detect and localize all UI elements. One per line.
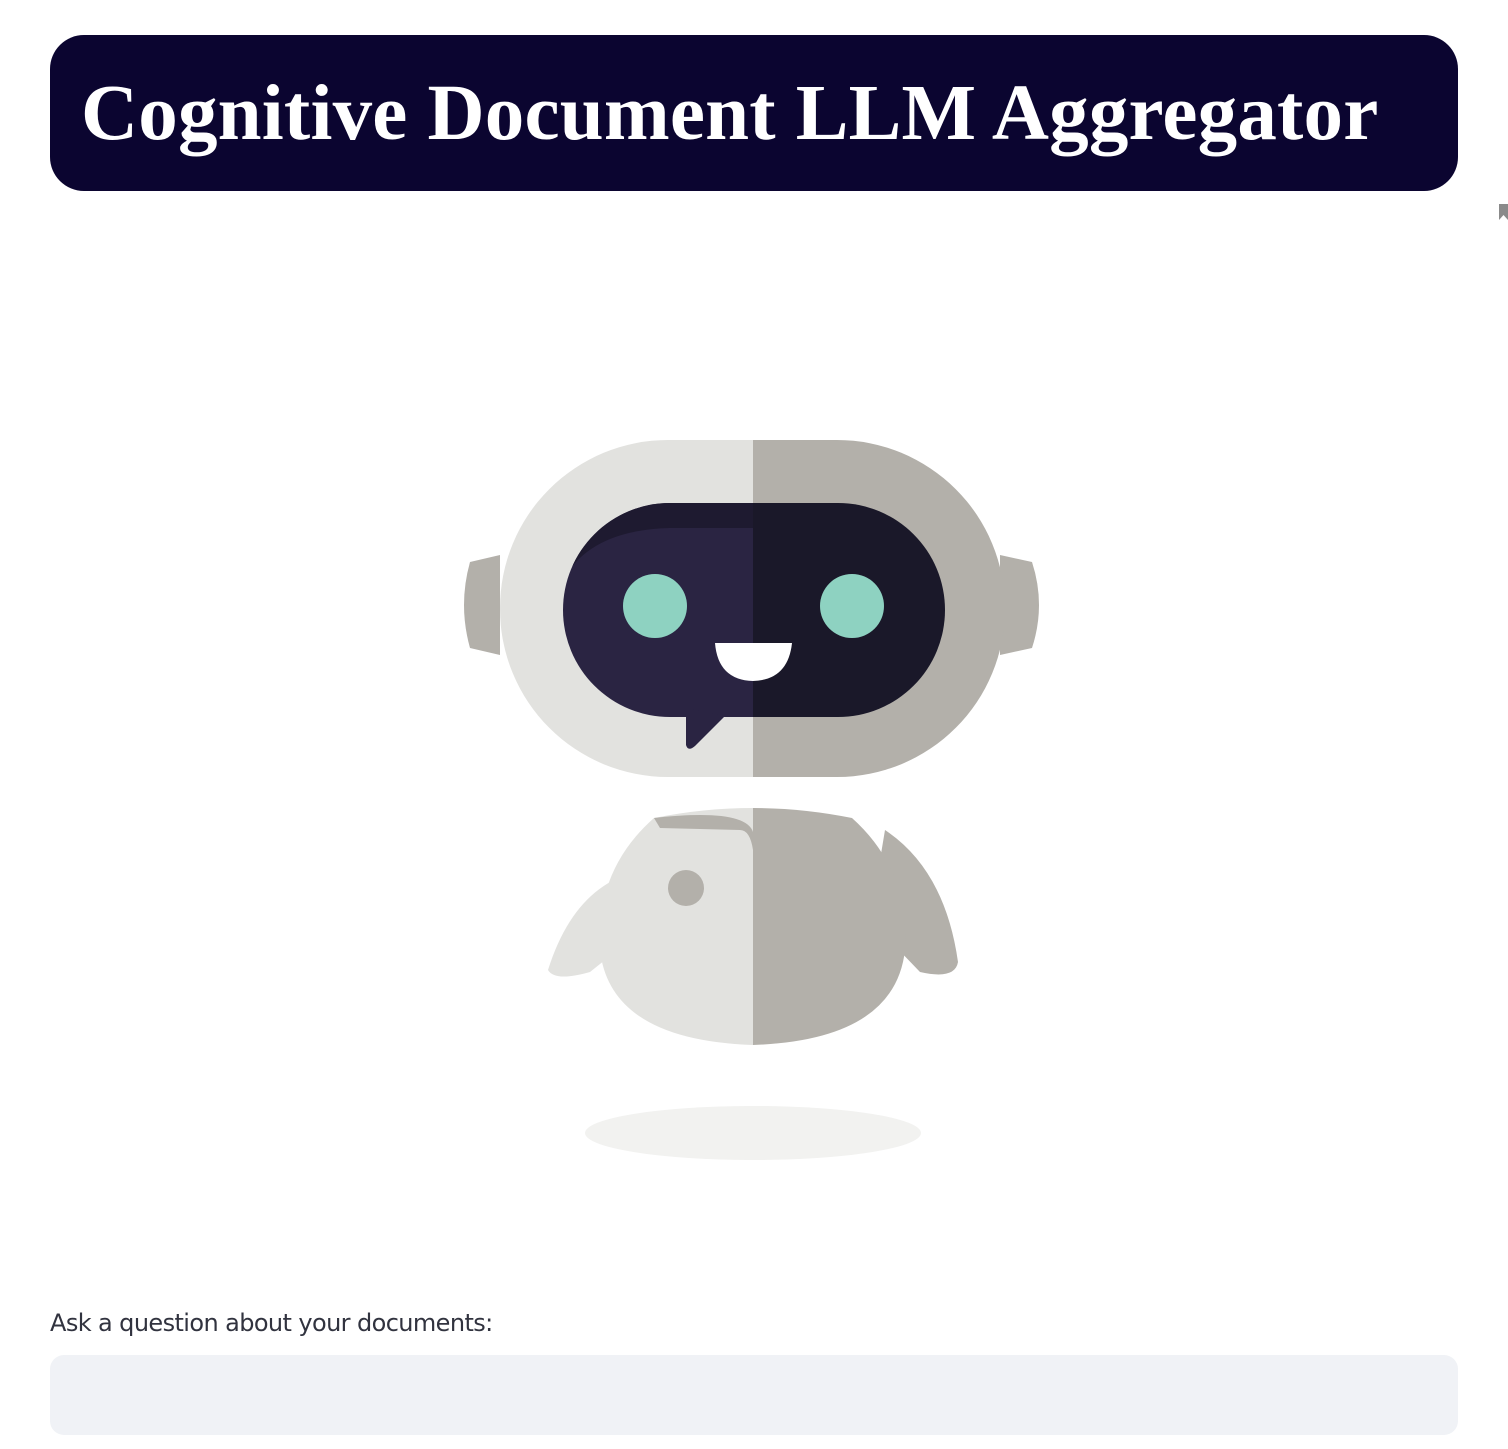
question-label: Ask a question about your documents: <box>50 1309 493 1337</box>
robot-left-ear <box>464 555 500 655</box>
robot-left-eye <box>623 574 687 638</box>
robot-mascot-image <box>464 440 1039 1160</box>
bookmark-icon[interactable] <box>1499 204 1508 220</box>
robot-right-eye <box>820 574 884 638</box>
robot-chest-button <box>668 870 704 906</box>
app-page: Cognitive Document LLM Aggregator Ask a … <box>0 0 1508 1449</box>
question-input[interactable] <box>50 1355 1458 1435</box>
robot-shadow <box>585 1106 921 1160</box>
robot-body <box>599 808 906 1045</box>
header-banner: Cognitive Document LLM Aggregator <box>50 35 1458 191</box>
robot-right-ear <box>1000 555 1039 655</box>
page-title: Cognitive Document LLM Aggregator <box>81 69 1379 157</box>
